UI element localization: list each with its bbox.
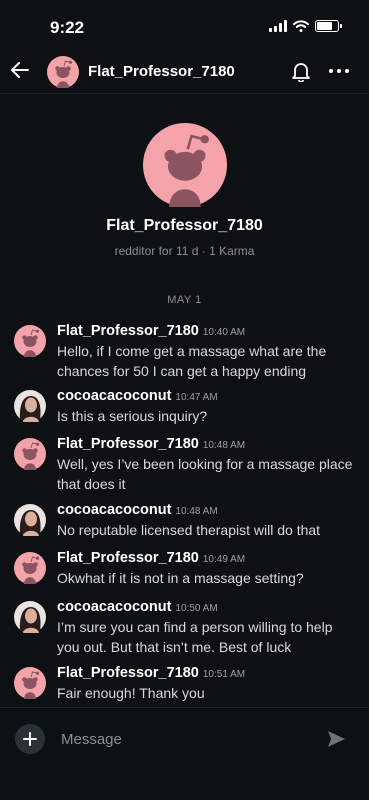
message-username[interactable]: cocoacacoconut <box>57 502 171 518</box>
header-title[interactable]: Flat_Professor_7180 <box>88 63 235 80</box>
cellular-signal-icon <box>269 20 287 32</box>
message-username[interactable]: cocoacacoconut <box>57 388 171 404</box>
chat-header: Flat_Professor_7180 <box>0 50 369 94</box>
message-time: 10:48 AM <box>175 506 218 517</box>
profile-username: Flat_Professor_7180 <box>106 217 263 234</box>
date-divider: MAY 1 <box>167 294 202 306</box>
more-options-icon[interactable] <box>328 60 350 82</box>
message-text: Hello, if I come get a massage what are … <box>57 343 327 379</box>
message-avatar[interactable] <box>14 390 46 422</box>
message-avatar[interactable] <box>14 601 46 633</box>
plus-icon <box>23 732 37 746</box>
message-username[interactable]: Flat_Professor_7180 <box>57 436 199 452</box>
add-attachment-button[interactable] <box>15 724 45 754</box>
battery-level <box>317 22 333 30</box>
message-time: 10:40 AM <box>202 327 246 338</box>
battery-icon <box>315 20 342 32</box>
back-arrow-icon[interactable] <box>8 58 32 82</box>
profile-meta: redditor for 11 d · 1 Karma <box>114 244 255 258</box>
status-icons <box>269 20 342 32</box>
message-avatar[interactable] <box>14 438 46 470</box>
bell-icon[interactable] <box>290 60 312 82</box>
message-composer <box>0 707 369 800</box>
send-icon[interactable] <box>325 728 347 750</box>
message-time: 10:50 AM <box>175 603 218 614</box>
message-username[interactable]: Flat_Professor_7180 <box>57 323 199 339</box>
profile-avatar[interactable] <box>143 123 227 207</box>
message-text: Is this a serious inquiry? <box>57 408 208 424</box>
status-time: 9:22 <box>50 18 85 37</box>
header-avatar[interactable] <box>47 56 79 88</box>
message-avatar[interactable] <box>14 504 46 536</box>
message-time: 10:51 AM <box>202 669 246 680</box>
message-avatar[interactable] <box>14 325 46 357</box>
message-text: No reputable licensed therapist will do … <box>57 522 321 538</box>
message-username[interactable]: cocoacacoconut <box>57 599 171 615</box>
message-avatar[interactable] <box>14 667 46 699</box>
message-text: Okwhat if it is not in a massage setting… <box>57 570 304 586</box>
message-text: Fair enough! Thank you <box>57 685 205 701</box>
message-username[interactable]: Flat_Professor_7180 <box>57 665 199 681</box>
message-time: 10:49 AM <box>202 554 246 565</box>
message-text: Well, yes I’ve been looking for a massag… <box>57 456 353 492</box>
message-input[interactable] <box>61 728 311 750</box>
status-bar: 9:22 <box>0 0 369 50</box>
message-time: 10:48 AM <box>202 440 246 451</box>
wifi-icon <box>293 20 309 32</box>
message-username[interactable]: Flat_Professor_7180 <box>57 550 199 566</box>
message-text: I’m sure you can find a person willing t… <box>57 619 333 655</box>
message-time: 10:47 AM <box>175 392 218 403</box>
message-avatar[interactable] <box>14 552 46 584</box>
